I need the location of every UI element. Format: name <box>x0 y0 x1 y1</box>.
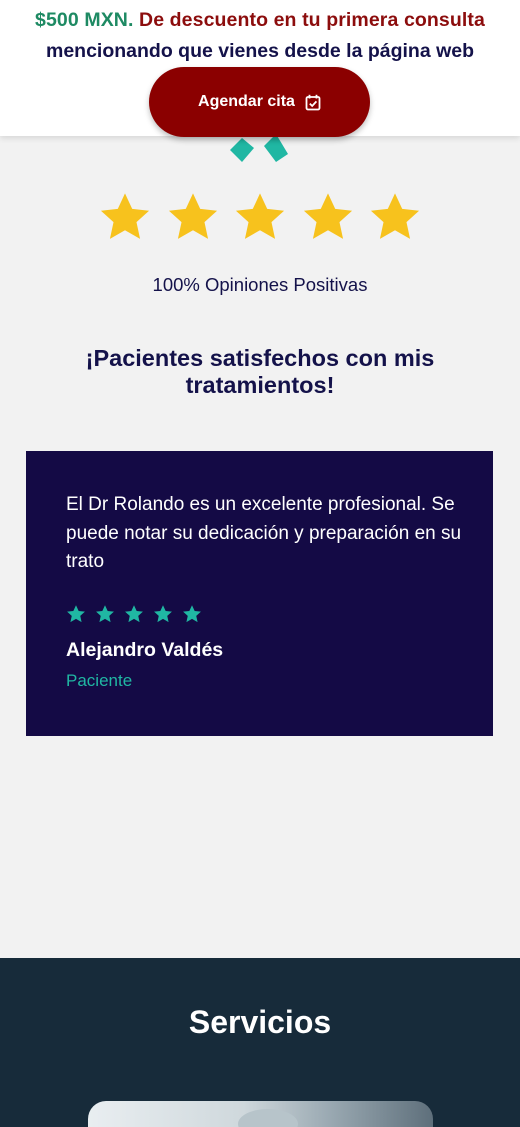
promo-discount-text: De descuento en tu primera consulta <box>133 9 485 31</box>
testimonial-quote: El Dr Rolando es un excelente profesiona… <box>66 494 462 572</box>
promo-condition-text: mencionando que vienes desde la página w… <box>45 40 475 62</box>
testimonial-author: Alejandro Valdés <box>66 639 224 661</box>
testimonial-role: Paciente <box>66 671 133 690</box>
service-card-image[interactable] <box>88 1101 433 1127</box>
promo-price: $500 MXN. <box>35 9 134 31</box>
rating-caption: 100% Opiniones Positivas <box>152 274 368 295</box>
star-icon <box>67 605 85 623</box>
star-icon <box>154 605 172 623</box>
promo-offer-line: $500 MXN. De descuento en tu primera con… <box>0 9 520 32</box>
services-title: Servicios <box>188 1004 332 1040</box>
star-icon <box>100 193 150 239</box>
calendar-check-icon <box>305 94 321 111</box>
star-icon <box>303 193 352 239</box>
promo-banner: $500 MXN. De descuento en tu primera con… <box>0 0 520 137</box>
star-icon <box>125 605 143 623</box>
rating-stars <box>98 190 422 246</box>
book-appointment-button[interactable]: Agendar cita <box>149 67 370 137</box>
services-section: Servicios <box>0 958 520 1127</box>
testimonial-card: El Dr Rolando es un excelente profesiona… <box>26 451 493 736</box>
section-headline: ¡Pacientes satisfechos con mis tratamien… <box>85 345 435 398</box>
star-icon <box>235 193 285 239</box>
testimonial-stars <box>66 604 202 626</box>
book-appointment-label: Agendar cita <box>198 93 295 110</box>
star-icon <box>168 193 217 239</box>
star-icon <box>370 193 420 239</box>
star-icon <box>183 605 201 623</box>
service-image-detail <box>238 1109 298 1127</box>
star-icon <box>96 605 114 623</box>
